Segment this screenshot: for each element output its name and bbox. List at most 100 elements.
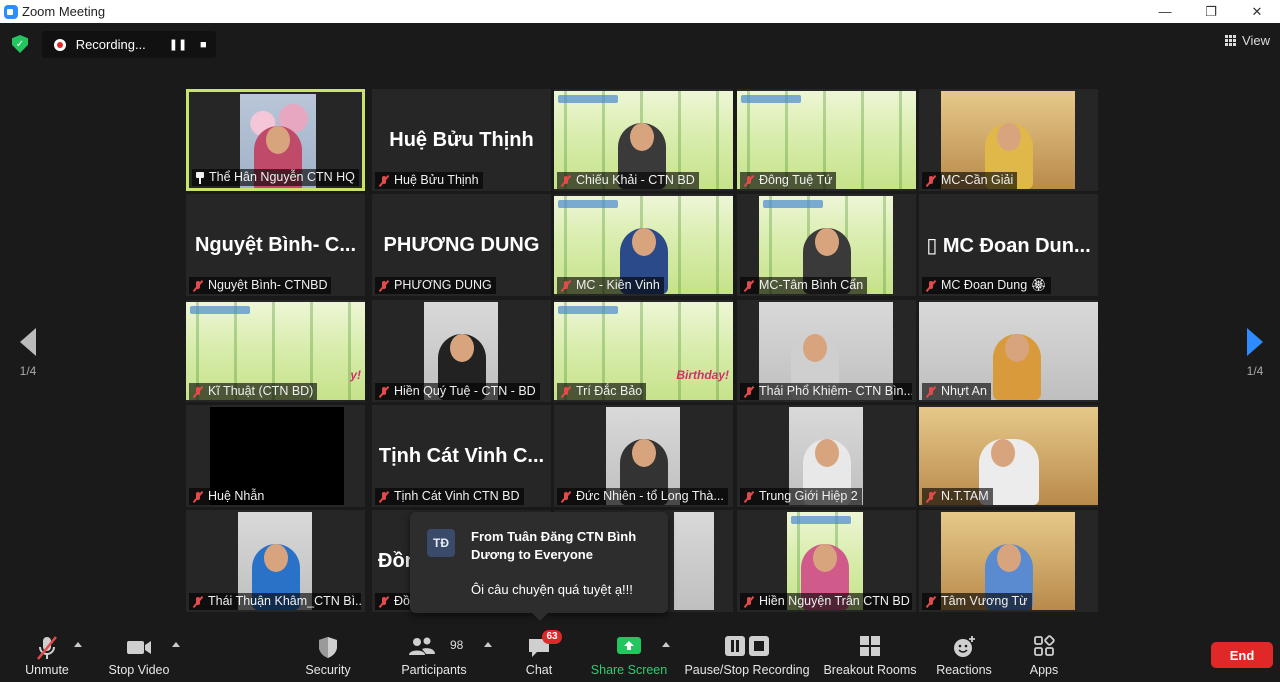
participant-name-tag: Đông Tuệ Tứ bbox=[740, 172, 837, 189]
video-options-caret-icon[interactable] bbox=[172, 642, 180, 647]
chat-button[interactable]: 63 Chat bbox=[512, 630, 566, 682]
participant-name-tag: Huệ Bửu Thịnh bbox=[375, 172, 483, 189]
unmute-button[interactable]: Unmute bbox=[18, 632, 76, 682]
video-tile[interactable]: MC - Kiên Vinh bbox=[554, 194, 733, 296]
chat-label: Chat bbox=[525, 663, 553, 677]
view-button[interactable]: View bbox=[1225, 33, 1270, 48]
participants-label: Participants bbox=[401, 663, 467, 677]
next-page-nav[interactable]: 1/4 bbox=[1233, 293, 1277, 413]
pause-stop-recording-label: Pause/Stop Recording bbox=[684, 663, 810, 677]
muted-mic-icon bbox=[743, 386, 755, 398]
participants-button[interactable]: 98 Participants bbox=[398, 632, 470, 682]
participant-name: Tịnh Cát Vinh CTN BD bbox=[394, 489, 520, 503]
video-tile[interactable]: MC-Cần Giải bbox=[919, 89, 1098, 191]
participant-name-tag: Đức Nhiên - tổ Long Thà... bbox=[557, 488, 728, 505]
breakout-rooms-button[interactable]: Breakout Rooms bbox=[822, 632, 918, 682]
zoom-app-icon bbox=[4, 4, 18, 19]
participant-name-tag: Thái Phổ Khiêm- CTN Bìn... bbox=[740, 383, 912, 400]
video-tile[interactable]: Thái Thuận Khâm_CTN Bì... bbox=[186, 510, 365, 612]
video-tile[interactable]: Hiền Quý Tuệ - CTN - BD bbox=[372, 300, 551, 402]
shield-icon bbox=[319, 637, 337, 658]
video-tile[interactable]: Birthday! Trí Đắc Bảo bbox=[554, 300, 733, 402]
audio-options-caret-icon[interactable] bbox=[74, 642, 82, 647]
video-tile[interactable]: MC-Tâm Bình Cẩn bbox=[737, 194, 916, 296]
participant-name: Nguyệt Bình- CTNBD bbox=[208, 278, 328, 292]
muted-mic-icon bbox=[925, 596, 937, 608]
reactions-button[interactable]: Reactions bbox=[934, 632, 994, 682]
chevron-left-icon[interactable] bbox=[20, 328, 36, 356]
recording-label: Recording... bbox=[75, 37, 146, 52]
chat-message-text: Ôi câu chuyện quá tuyệt ạ!!! bbox=[471, 582, 633, 597]
video-tile[interactable]: Thái Phổ Khiêm- CTN Bìn... bbox=[737, 300, 916, 402]
video-tile[interactable]: Đông Tuệ Tứ bbox=[737, 89, 916, 191]
video-tile[interactable]: N.T.TAM bbox=[919, 405, 1098, 507]
video-tile[interactable]: Nguyệt Bình- C... Nguyệt Bình- CTNBD bbox=[186, 194, 365, 296]
security-label: Security bbox=[305, 663, 351, 677]
view-grid-icon bbox=[1225, 35, 1237, 46]
participant-name-tag: Hiền Nguyện Trân CTN BD bbox=[740, 593, 912, 610]
participant-name-tag: Trí Đắc Bảo bbox=[557, 383, 647, 400]
muted-mic-icon bbox=[925, 491, 937, 503]
video-tile[interactable]: Chiếu Khải - CTN BD bbox=[554, 89, 733, 191]
apps-button[interactable]: Apps bbox=[1022, 632, 1066, 682]
muted-mic-icon bbox=[37, 636, 57, 660]
participant-name: Thái Phổ Khiêm- CTN Bìn... bbox=[759, 384, 912, 398]
pause-recording-icon[interactable]: ❚❚ bbox=[165, 38, 190, 51]
video-tile[interactable]: ▯ MC Đoan Dun... MC Đoan Dung 🏵 bbox=[919, 194, 1098, 296]
encryption-shield-icon[interactable]: ✓ bbox=[12, 35, 28, 53]
security-button[interactable]: Security bbox=[300, 632, 356, 682]
participant-name: MC Đoan Dung 🏵 bbox=[941, 278, 1047, 292]
participant-name: Kĩ Thuật (CTN BD) bbox=[208, 384, 314, 398]
participant-name-tag: N.T.TAM bbox=[922, 488, 993, 505]
muted-mic-icon bbox=[192, 491, 204, 503]
muted-mic-icon bbox=[743, 491, 755, 503]
breakout-rooms-icon bbox=[860, 636, 880, 656]
participant-name-tag: Chiếu Khải - CTN BD bbox=[557, 172, 699, 189]
share-screen-button[interactable]: Share Screen bbox=[590, 632, 668, 682]
video-tile[interactable]: Huệ Bửu Thịnh Huệ Bửu Thịnh bbox=[372, 89, 551, 191]
video-tile[interactable]: Đức Nhiên - tổ Long Thà... bbox=[554, 405, 733, 507]
maximize-button[interactable]: ❐ bbox=[1188, 0, 1234, 23]
video-tile[interactable]: Trung Giới Hiệp 2 bbox=[737, 405, 916, 507]
participant-name: Đồ bbox=[394, 594, 410, 608]
participants-options-caret-icon[interactable] bbox=[484, 642, 492, 647]
recording-indicator: Recording... ❚❚ ■ bbox=[42, 31, 216, 58]
video-tile[interactable]: Tịnh Cát Vinh C... Tịnh Cát Vinh CTN BD bbox=[372, 405, 551, 507]
apps-icon bbox=[1034, 635, 1055, 656]
stop-video-label: Stop Video bbox=[108, 663, 170, 677]
participant-name-tag: Đồ bbox=[375, 593, 414, 610]
video-tile[interactable]: Nhựt An bbox=[919, 300, 1098, 402]
minimize-button[interactable]: — bbox=[1142, 0, 1188, 23]
video-tile[interactable]: Huệ Nhẫn bbox=[186, 405, 365, 507]
participant-name: N.T.TAM bbox=[941, 489, 989, 503]
muted-mic-icon bbox=[378, 175, 390, 187]
video-tile[interactable]: PHƯƠNG DUNG PHƯƠNG DUNG bbox=[372, 194, 551, 296]
participant-name-tag: Nguyệt Bình- CTNBD bbox=[189, 277, 332, 294]
chevron-right-icon[interactable] bbox=[1247, 328, 1263, 356]
participant-name: Trung Giới Hiệp 2 bbox=[759, 489, 858, 503]
share-options-caret-icon[interactable] bbox=[662, 642, 670, 647]
participant-name: Trí Đắc Bảo bbox=[576, 384, 643, 398]
pause-stop-recording-button[interactable]: Pause/Stop Recording bbox=[684, 632, 810, 682]
breakout-rooms-label: Breakout Rooms bbox=[823, 663, 917, 677]
prev-page-nav[interactable]: 1/4 bbox=[6, 293, 50, 413]
muted-mic-icon bbox=[743, 280, 755, 292]
muted-mic-icon bbox=[560, 175, 572, 187]
video-tile[interactable]: y! Kĩ Thuật (CTN BD) bbox=[186, 300, 365, 402]
page-indicator-right: 1/4 bbox=[1246, 364, 1264, 378]
sender-avatar: TĐ bbox=[427, 529, 455, 557]
video-tile[interactable]: Thể Hân Nguyễn CTN HQ bbox=[186, 89, 365, 191]
video-tile[interactable]: Tâm Vương Từ bbox=[919, 510, 1098, 612]
chat-notification-popup[interactable]: TĐ From Tuân Đăng CTN Bình Dương to Ever… bbox=[410, 512, 668, 621]
participant-name: Tâm Vương Từ bbox=[941, 594, 1028, 608]
close-button[interactable]: ✕ bbox=[1234, 0, 1280, 23]
stop-recording-icon[interactable]: ■ bbox=[191, 39, 216, 51]
muted-mic-icon bbox=[192, 280, 204, 292]
muted-mic-icon bbox=[378, 280, 390, 292]
window-title: Zoom Meeting bbox=[22, 4, 106, 19]
smiley-plus-icon bbox=[954, 636, 975, 657]
end-meeting-button[interactable]: End bbox=[1211, 642, 1273, 668]
video-tile[interactable]: Hiền Nguyện Trân CTN BD bbox=[737, 510, 916, 612]
stop-video-button[interactable]: Stop Video bbox=[104, 632, 174, 682]
participant-name-tag: MC-Cần Giải bbox=[922, 172, 1018, 189]
